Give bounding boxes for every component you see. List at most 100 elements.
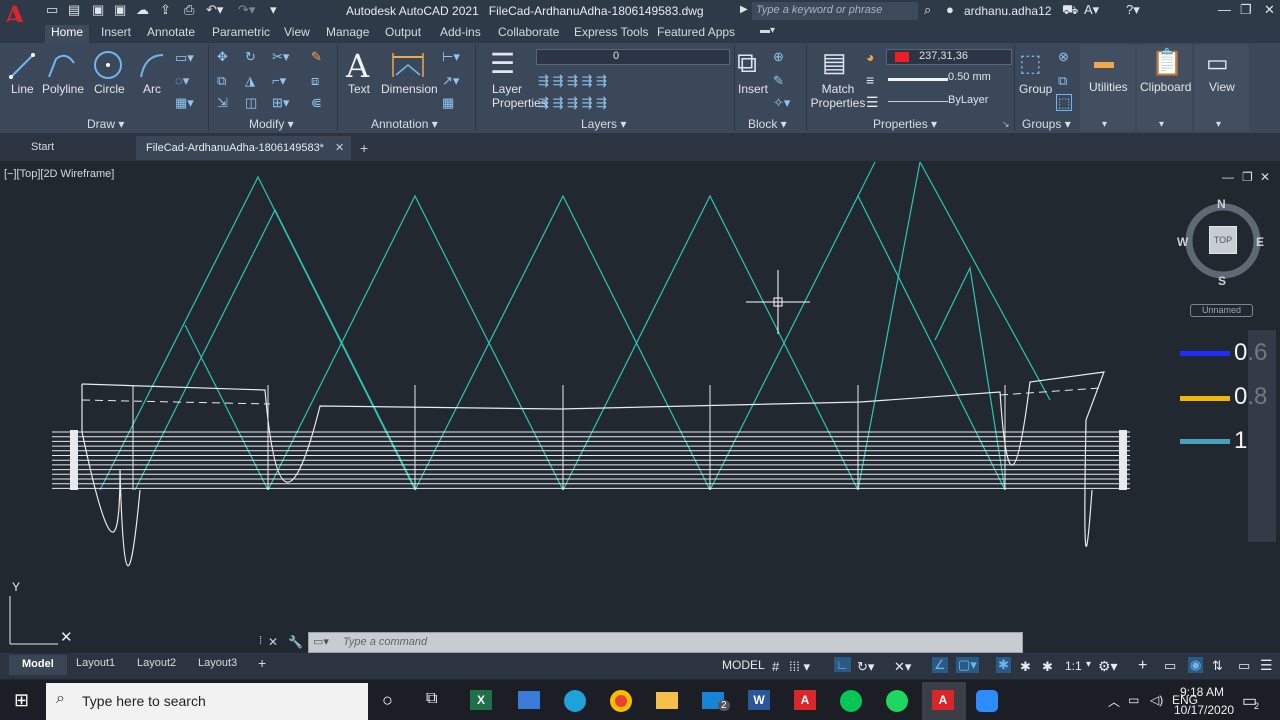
tab-output[interactable]: Output: [385, 25, 421, 39]
word-app-icon[interactable]: W: [748, 690, 770, 710]
layer-dropdown[interactable]: 0: [536, 49, 730, 65]
layout-tab-layout1[interactable]: Layout1: [76, 657, 115, 669]
ortho-icon[interactable]: ∟: [834, 657, 851, 672]
color-dropdown[interactable]: 237,31,36: [886, 49, 1012, 65]
task-view-icon[interactable]: ⧉: [426, 690, 437, 708]
properties-panel-title[interactable]: Properties ▾: [873, 117, 937, 131]
copy-icon[interactable]: ⧉: [217, 74, 226, 87]
help-icon[interactable]: ?▾: [1126, 2, 1140, 18]
excel-app-icon[interactable]: X: [470, 690, 492, 710]
viewport-close-icon[interactable]: ✕: [1260, 170, 1270, 184]
grid-icon[interactable]: #: [772, 659, 779, 674]
viewport-restore-icon[interactable]: ❐: [1242, 170, 1253, 184]
compass-south[interactable]: S: [1218, 274, 1226, 288]
annotation-monitor-icon[interactable]: +: [1138, 657, 1147, 675]
viewcube-top-face[interactable]: TOP: [1209, 226, 1237, 254]
lineweight-dropdown[interactable]: 0.50 mm: [886, 71, 1012, 87]
add-layout-icon[interactable]: +: [258, 655, 266, 671]
compass-west[interactable]: W: [1177, 235, 1188, 249]
edit-block-icon[interactable]: ✎: [773, 74, 784, 87]
layer-tools-row-2[interactable]: ⇶ ⇶ ⇶ ⇶ ⇶: [538, 96, 607, 109]
ribbon-display-toggle-icon[interactable]: ▬▾: [760, 25, 775, 36]
model-space-button[interactable]: MODEL: [722, 658, 765, 672]
navigation-bar[interactable]: [1248, 330, 1276, 542]
tab-start[interactable]: Start: [0, 136, 134, 160]
expand-arrow-icon[interactable]: ▶: [740, 4, 748, 15]
arc-tool-label[interactable]: Arc: [143, 82, 161, 96]
group-label[interactable]: Group: [1019, 82, 1052, 96]
properties-launcher-icon[interactable]: ↘: [1002, 119, 1010, 130]
layer-tools-row-1[interactable]: ⇶ ⇶ ⇶ ⇶ ⇶: [538, 74, 607, 87]
gradient-tool-icon[interactable]: ▦▾: [175, 96, 194, 109]
layout-tab-model[interactable]: Model: [9, 655, 67, 675]
battery-icon[interactable]: ▭: [1128, 693, 1139, 707]
scale-icon[interactable]: ◫: [245, 96, 257, 109]
utilities-panel[interactable]: ▬ Utilities ▾: [1080, 45, 1135, 131]
cart-icon[interactable]: ⛟: [1062, 2, 1078, 20]
layers-panel-title[interactable]: Layers ▾: [581, 117, 626, 131]
clipboard-panel[interactable]: 📋 Clipboard ▾: [1137, 45, 1192, 131]
autocad-taskbar-icon[interactable]: A: [794, 690, 816, 710]
command-line[interactable]: ▭▾ Type a command: [308, 632, 1023, 653]
match-properties-label[interactable]: Match Properties: [810, 82, 866, 110]
user-name[interactable]: ardhanu.adha12: [964, 4, 1051, 18]
object-snap-icon[interactable]: ▢▾: [956, 657, 979, 673]
tab-view[interactable]: View: [284, 25, 310, 39]
restore-icon[interactable]: ❐: [1240, 2, 1252, 18]
isodraft-icon[interactable]: ✕▾: [894, 659, 911, 675]
redo-icon[interactable]: ↷▾: [238, 2, 255, 18]
insert-block-icon[interactable]: ⧉: [737, 47, 757, 80]
draw-panel-title[interactable]: Draw ▾: [87, 117, 124, 131]
taskbar-search-input[interactable]: Type here to search: [46, 683, 368, 720]
volume-icon[interactable]: ◁): [1150, 693, 1163, 707]
move-icon[interactable]: ✥: [217, 50, 228, 63]
annotation-scale-icon[interactable]: ✱: [1042, 659, 1053, 675]
block-attribute-icon[interactable]: ✧▾: [773, 96, 790, 109]
rotate-icon[interactable]: ↻: [245, 50, 256, 63]
close-tab-icon[interactable]: ✕: [335, 142, 344, 154]
dimension-tool-label[interactable]: Dimension: [381, 82, 438, 96]
search-icon[interactable]: ⌕: [924, 2, 931, 18]
erase-icon[interactable]: ✎: [311, 50, 322, 63]
auto-scale-icon[interactable]: ✱: [1020, 659, 1031, 675]
autocad-active-icon[interactable]: A: [932, 690, 954, 710]
tab-active-drawing[interactable]: FileCad-ArdhanuAdha-1806149583* ✕: [136, 136, 351, 160]
save-icon[interactable]: ▣: [92, 2, 104, 18]
rectangle-tool-icon[interactable]: ▭▾: [175, 51, 194, 64]
clean-screen-icon[interactable]: ▭: [1238, 658, 1250, 674]
file-explorer-icon[interactable]: [656, 692, 678, 709]
hatch-tool-icon[interactable]: ◌▾: [175, 74, 189, 87]
offset-icon[interactable]: ⋐: [311, 96, 322, 109]
linetype-dropdown[interactable]: ByLayer: [886, 94, 1012, 110]
windows-start-icon[interactable]: ⊞: [14, 690, 29, 711]
viewport-minimize-icon[interactable]: —: [1222, 170, 1234, 184]
clock-time[interactable]: 9:18 AM: [1180, 685, 1224, 699]
new-tab-icon[interactable]: +: [360, 140, 368, 156]
clock-date[interactable]: 10/17/2020: [1174, 703, 1234, 717]
fillet-icon[interactable]: ⌐▾: [272, 74, 286, 87]
units-icon[interactable]: ▭: [1164, 658, 1176, 674]
groups-panel-title[interactable]: Groups ▾: [1022, 117, 1071, 131]
workspace-gear-icon[interactable]: ⚙▾: [1098, 658, 1118, 675]
modify-panel-title[interactable]: Modify ▾: [249, 117, 294, 131]
tab-parametric[interactable]: Parametric: [212, 25, 270, 39]
text-tool-label[interactable]: Text: [348, 82, 370, 96]
polyline-tool-label[interactable]: Polyline: [42, 82, 84, 96]
undo-icon[interactable]: ↶▾: [206, 2, 223, 18]
lock-ui-icon[interactable]: ⇅: [1212, 658, 1223, 674]
text-tool-icon[interactable]: A: [346, 47, 369, 85]
annotation-panel-title[interactable]: Annotation ▾: [371, 117, 438, 131]
polyline-tool-icon[interactable]: [46, 51, 78, 81]
group-icon[interactable]: ⬚: [1019, 49, 1042, 78]
trim-icon[interactable]: ✂▾: [272, 50, 289, 63]
command-input[interactable]: Type a command: [343, 636, 427, 648]
tab-express-tools[interactable]: Express Tools: [574, 25, 648, 39]
minimize-icon[interactable]: —: [1218, 2, 1231, 17]
tab-insert[interactable]: Insert: [101, 25, 131, 39]
circle-tool-label[interactable]: Circle: [94, 82, 125, 96]
quick-properties-icon[interactable]: ◉: [1188, 657, 1204, 673]
block-panel-title[interactable]: Block ▾: [748, 117, 787, 131]
array-icon[interactable]: ⊞▾: [272, 96, 289, 109]
polar-icon[interactable]: ↻▾: [857, 659, 874, 675]
command-customize-icon[interactable]: 🔧: [288, 635, 303, 649]
